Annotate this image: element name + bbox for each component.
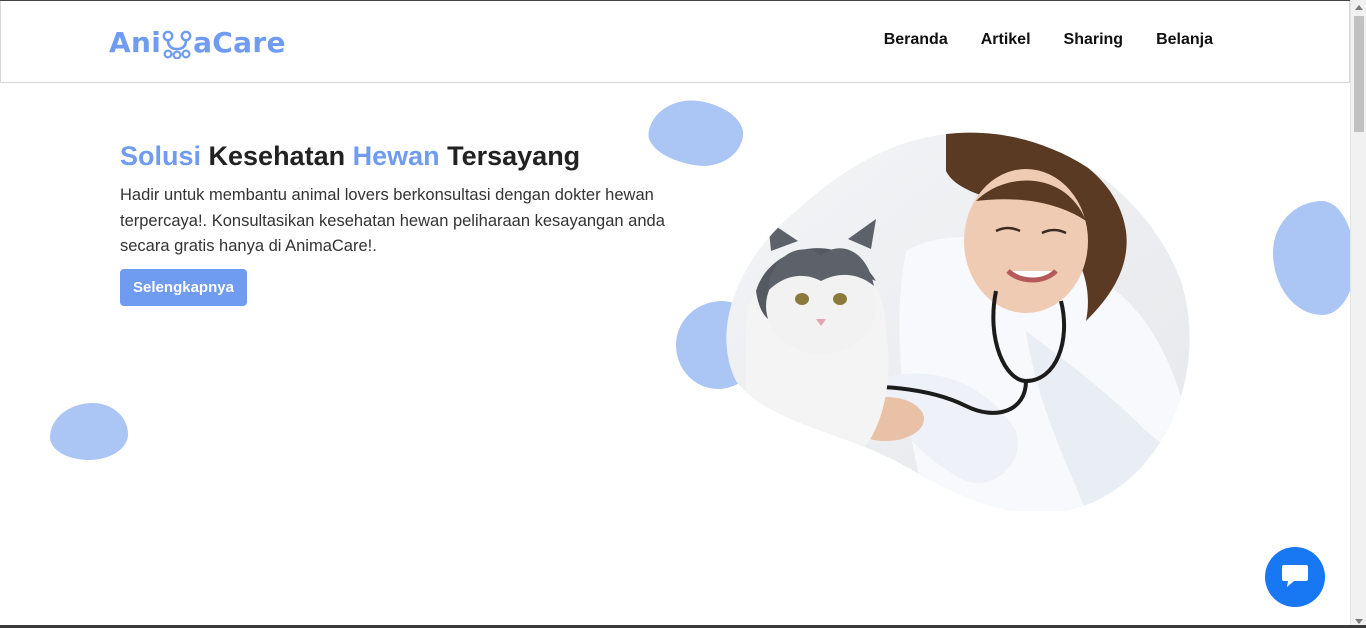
hero-title-word: Kesehatan (201, 141, 353, 171)
hero-title: Solusi Kesehatan Hewan Tersayang (120, 141, 580, 172)
chat-button[interactable] (1265, 547, 1325, 607)
hero-description: Hadir untuk membantu animal lovers berko… (120, 186, 665, 255)
vertical-scrollbar[interactable] (1350, 0, 1366, 628)
navbar: Ani aCare Beranda Artikel Sharing Belanj… (0, 1, 1350, 83)
page: Ani aCare Beranda Artikel Sharing Belanj… (0, 0, 1350, 628)
scroll-up-arrow-icon[interactable] (1351, 0, 1366, 14)
selengkapnya-button[interactable]: Selengkapnya (120, 269, 247, 306)
vet-cat-photo (726, 132, 1190, 511)
scrollbar-thumb[interactable] (1354, 16, 1364, 132)
hero-title-word: Hewan (352, 141, 440, 171)
nav-item-artikel[interactable]: Artikel (981, 31, 1031, 49)
hero-title-word: Solusi (120, 141, 202, 171)
brand-logo[interactable]: Ani aCare (109, 23, 286, 61)
decorative-blob (1273, 201, 1350, 315)
hero-title-word: Tersayang (439, 141, 581, 171)
main-nav: Beranda Artikel Sharing Belanja (884, 31, 1213, 49)
brand-name-part1: Ani (109, 25, 162, 59)
nav-item-beranda[interactable]: Beranda (884, 31, 948, 49)
nav-item-belanja[interactable]: Belanja (1156, 31, 1213, 49)
chat-bubble-icon (1282, 565, 1308, 587)
nav-item-sharing[interactable]: Sharing (1064, 31, 1124, 49)
brand-name-part2: aCare (193, 25, 286, 59)
paw-icon (162, 30, 192, 59)
decorative-blob (50, 403, 128, 460)
